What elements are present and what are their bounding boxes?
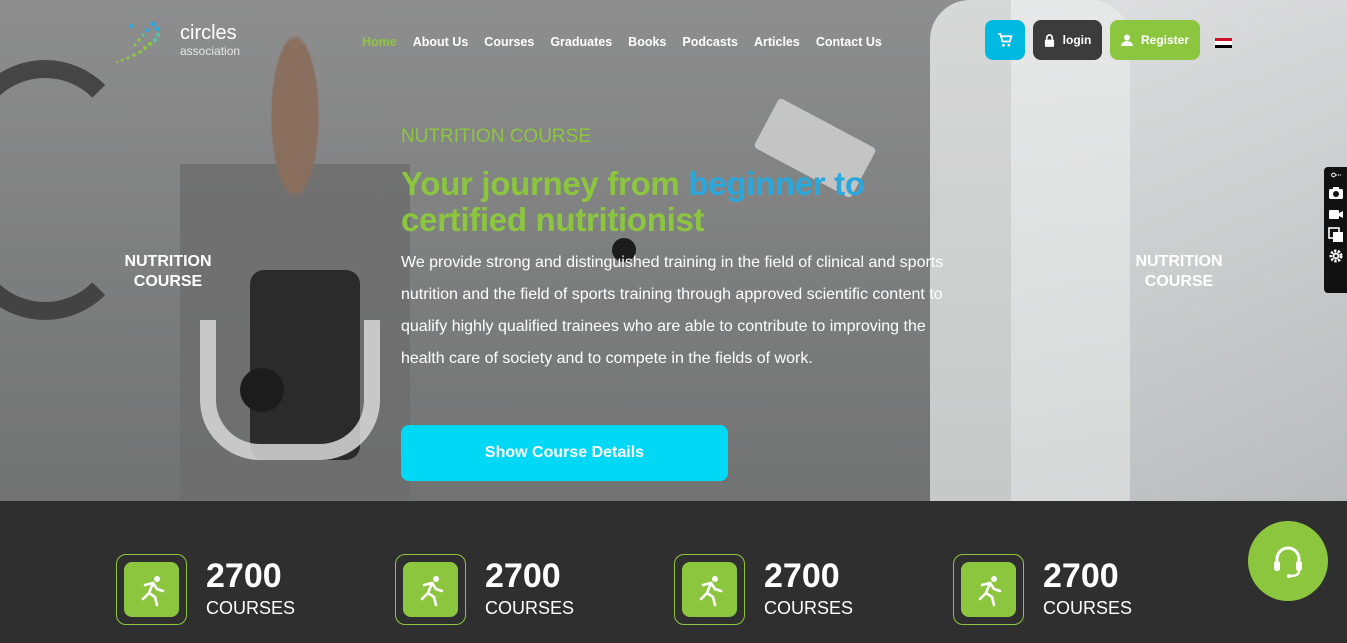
hero-photo-doctor xyxy=(930,0,1130,501)
cart-button[interactable] xyxy=(985,20,1025,60)
hero-description: We provide strong and distinguished trai… xyxy=(401,254,944,367)
logo-mark-icon xyxy=(115,21,161,64)
runner-icon xyxy=(978,575,1001,606)
brand-logo[interactable]: circles association xyxy=(113,18,253,68)
stat-value: 2700 xyxy=(485,557,561,595)
stat-label: COURSES xyxy=(485,598,575,618)
logo-text: circles association xyxy=(180,23,240,59)
stats-section: 2700 COURSES 2700 COURSES 2700 COURSES 2… xyxy=(0,501,1347,643)
headset-icon xyxy=(1274,546,1302,578)
nav-item-home[interactable]: Home xyxy=(362,35,397,49)
hero-photo-bracket xyxy=(200,320,380,460)
camera-icon[interactable] xyxy=(1328,185,1344,201)
slide-label-left[interactable]: NUTRITION COURSE xyxy=(108,252,228,292)
support-chat-button[interactable] xyxy=(1248,521,1328,601)
stat-value: 2700 xyxy=(764,557,840,595)
cart-icon xyxy=(998,33,1013,47)
register-button[interactable]: Register xyxy=(1110,20,1200,60)
nav-item-courses[interactable]: Courses xyxy=(484,35,534,49)
headline-part-1: Your journey from xyxy=(401,165,689,202)
windows-icon[interactable] xyxy=(1327,227,1344,243)
link-icon[interactable] xyxy=(1328,170,1344,180)
nav-item-contact-us[interactable]: Contact Us xyxy=(816,35,882,49)
user-icon xyxy=(1120,34,1133,46)
stat-icon-frame xyxy=(395,554,466,625)
stat-icon-frame xyxy=(953,554,1024,625)
logo-line-1: circles xyxy=(180,22,237,44)
hero-eyebrow: NUTRITION COURSE xyxy=(401,126,591,147)
main-nav: Home About Us Courses Graduates Books Po… xyxy=(362,35,882,49)
lock-icon xyxy=(1044,33,1054,47)
slide-label-right[interactable]: NUTRITION COURSE xyxy=(1119,252,1239,292)
nav-item-graduates[interactable]: Graduates xyxy=(550,35,612,49)
runner-icon xyxy=(141,575,164,606)
stat-label: COURSES xyxy=(206,598,296,618)
stat-value: 2700 xyxy=(206,557,282,595)
runner-icon xyxy=(420,575,443,606)
login-button[interactable]: login xyxy=(1033,20,1102,60)
video-icon[interactable] xyxy=(1328,206,1344,222)
stat-icon-frame xyxy=(116,554,187,625)
stat-label: COURSES xyxy=(764,598,854,618)
stat-icon-frame xyxy=(674,554,745,625)
stat-value: 2700 xyxy=(1043,557,1119,595)
egypt-flag-icon[interactable] xyxy=(1215,38,1232,48)
hero-headline: Your journey from beginner to certified … xyxy=(401,166,961,238)
nav-item-about-us[interactable]: About Us xyxy=(413,35,469,49)
screen-capture-toolbar xyxy=(1324,167,1347,293)
hero-photo-knob xyxy=(240,368,284,412)
login-label: login xyxy=(1062,33,1092,47)
nav-item-podcasts[interactable]: Podcasts xyxy=(682,35,738,49)
headline-part-3: certified nutritionist xyxy=(401,201,705,238)
nav-item-books[interactable]: Books xyxy=(628,35,666,49)
show-course-details-button[interactable]: Show Course Details xyxy=(401,425,728,481)
stat-label: COURSES xyxy=(1043,598,1133,618)
headline-part-2: beginner to xyxy=(688,165,865,202)
nav-item-articles[interactable]: Articles xyxy=(754,35,800,49)
logo-line-2: association xyxy=(180,44,241,58)
gear-icon[interactable] xyxy=(1328,248,1344,264)
runner-icon xyxy=(699,575,722,606)
register-label: Register xyxy=(1140,33,1190,47)
hero-section: NUTRITION COURSE NUTRITION COURSE NUTRIT… xyxy=(0,0,1347,501)
